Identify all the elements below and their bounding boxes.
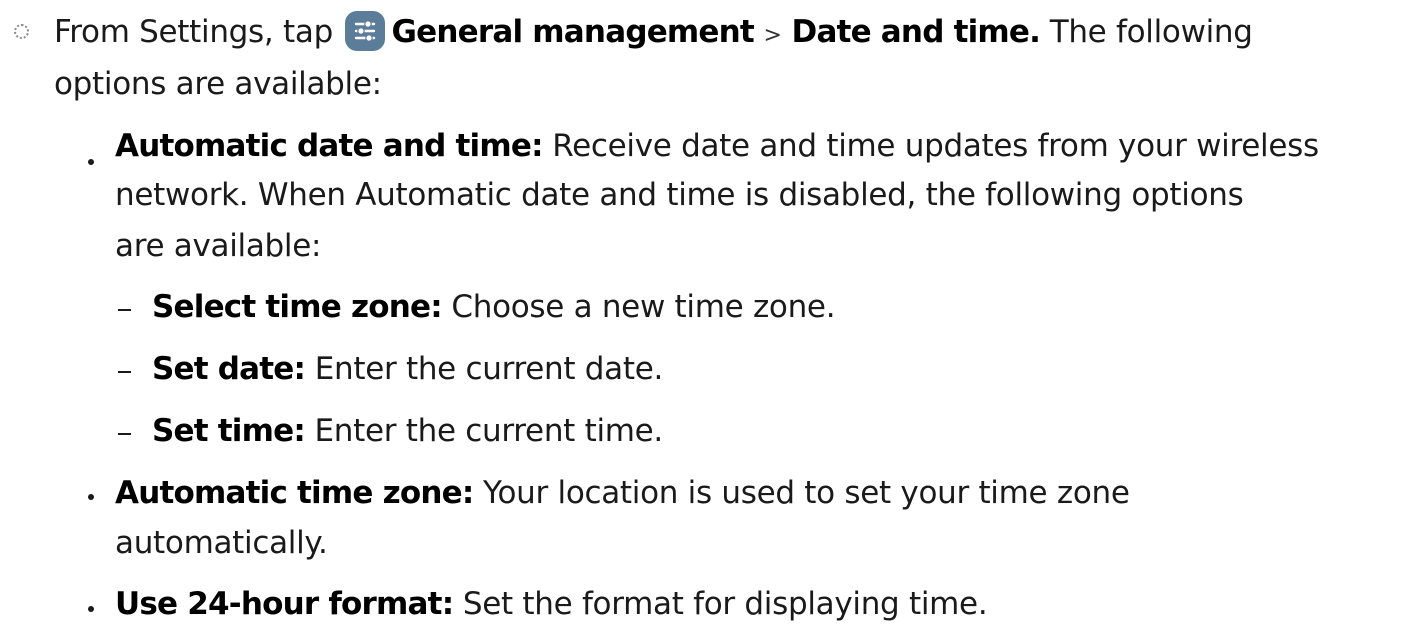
step-marker-icon [14,24,29,39]
option-desc: Your location is used to set your time z… [482,475,1130,511]
option-desc: Set the format for displaying time. [462,586,988,622]
menu-date-and-time: Date and time. [791,14,1041,50]
dash-icon [118,433,131,435]
sub-option-desc: Enter the current time. [314,413,664,449]
dash-icon [118,371,131,373]
option-title: Automatic date and time [115,128,532,164]
sub-option-title: Set date [152,351,294,387]
sub-option-title: Set time [152,413,294,449]
sub-option-set-date: Set date: Enter the current date. [152,351,664,387]
option-desc-line2: automatically. [115,525,328,561]
option-automatic-time-zone: Automatic time zone: Your location is us… [115,475,1130,511]
sub-option-title: Select time zone [152,289,431,325]
sub-option-set-time: Set time: Enter the current time. [152,413,664,449]
sub-option-select-time-zone: Select time zone: Choose a new time zone… [152,289,836,325]
bullet-icon [88,494,94,500]
option-desc: Receive date and time updates from your … [552,128,1319,164]
sub-option-desc: Enter the current date. [314,351,664,387]
option-title: Use 24-hour format [115,586,442,622]
option-24-hour-format: Use 24-hour format: Set the format for d… [115,586,988,622]
option-desc-line2: network. When Automatic date and time is… [115,177,1244,213]
step-instruction-line2: options are available: [54,66,382,102]
sub-option-desc: Choose a new time zone. [451,289,836,325]
step-instruction: From Settings, tap General management > … [54,11,1253,56]
menu-general-management: General management [391,14,755,50]
option-automatic-date-time: Automatic date and time: Receive date an… [115,128,1319,164]
option-desc-line3: are available: [115,228,322,264]
breadcrumb-separator: > [763,23,782,48]
step-prefix: From Settings, tap [54,14,333,50]
option-title: Automatic time zone [115,475,463,511]
dash-icon [118,309,131,311]
bullet-icon [88,159,94,165]
step-suffix: The following [1049,14,1253,50]
bullet-icon [88,606,94,612]
settings-sliders-icon [344,11,385,51]
